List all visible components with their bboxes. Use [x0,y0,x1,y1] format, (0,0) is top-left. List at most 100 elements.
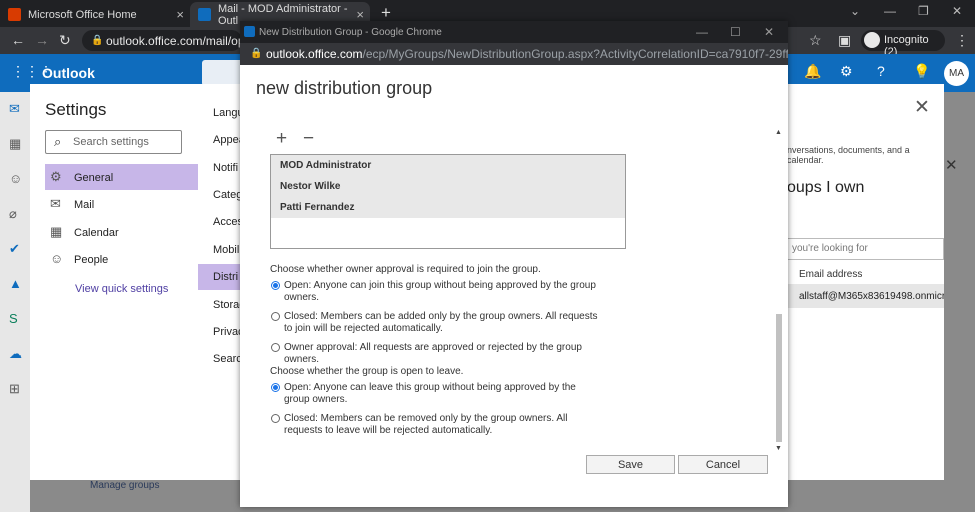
group-email: allstaff@M365x83619498.onmicro... [799,291,944,302]
mail-search[interactable] [202,60,244,86]
join-question: Choose whether owner approval is require… [270,264,541,275]
attach-icon[interactable]: ⌀ [9,206,17,222]
onedrive-icon[interactable]: ☁ [9,346,22,362]
restore-icon[interactable]: ❐ [918,4,929,18]
list-item[interactable]: Patti Fernandez [271,197,625,218]
gear-icon[interactable]: ⚙ [840,63,853,80]
chevron-down-icon[interactable]: ⌄ [850,4,860,18]
lock-icon: 🔒 [250,48,263,59]
subnav-item[interactable]: Categ [213,189,242,201]
calendar-icon: ▦ [50,224,63,239]
lightbulb-icon[interactable]: 💡 [913,63,930,80]
minimize-icon[interactable]: — [696,25,708,39]
close-settings-icon[interactable]: ✕ [914,96,930,119]
subnav-item[interactable]: Notifi [213,162,238,174]
join-option-owner-approval[interactable]: Owner approval: All requests are approve… [271,342,611,366]
close-window-icon[interactable]: ✕ [952,4,962,18]
radio-button[interactable] [271,383,280,392]
apps-icon[interactable]: ⊞ [9,381,20,397]
close-icon[interactable]: × [356,7,364,22]
nav-people[interactable]: ☺ People [45,246,198,272]
scroll-up-icon[interactable]: ▲ [775,129,782,136]
subnav-item[interactable]: Mobil [213,244,239,256]
incognito-badge[interactable]: Incognito (2) [861,30,945,58]
leave-option-open[interactable]: Open: Anyone can leave this group withou… [271,382,581,406]
groups-heading: oups I own [787,179,865,196]
mail-icon: ✉ [50,196,61,211]
option-label: Open: Anyone can leave this group withou… [284,382,576,405]
subnav-item[interactable]: Privac [213,326,244,338]
nav-general[interactable]: ⚙ General [45,164,198,190]
people-icon: ☺ [50,251,64,266]
groups-search-input[interactable]: you're looking for [787,238,944,260]
option-label: Closed: Members can be added only by the… [284,311,598,334]
radio-button[interactable] [271,414,280,423]
subnav-item-distribution[interactable]: Distri [198,264,240,290]
page-title: new distribution group [256,78,433,98]
settings-title: Settings [45,100,107,119]
list-item[interactable]: Nestor Wilke [271,176,625,197]
add-owner-button[interactable]: + [276,129,287,149]
view-quick-settings-link[interactable]: View quick settings [75,283,168,295]
search-icon: ⌕ [54,134,62,149]
scrollbar[interactable]: ▲ ▼ [775,129,783,452]
address-text: outlook.office.com/mail/opt [106,34,248,48]
nav-calendar[interactable]: ▦ Calendar [45,219,198,245]
scrollbar-thumb[interactable] [776,314,782,442]
teams-icon[interactable]: ▲ [9,276,22,291]
reload-icon[interactable]: ↻ [59,32,71,49]
cancel-button[interactable]: Cancel [678,455,768,474]
join-option-open[interactable]: Open: Anyone can join this group without… [271,280,601,304]
more-menu-icon[interactable]: ⋮ [955,32,969,49]
nav-label: Mail [74,199,95,211]
mail-icon[interactable]: ✉ [9,101,20,117]
people-icon[interactable]: ☺ [9,171,22,186]
address-bar[interactable]: 🔒 outlook.office.com/mail/opt [82,30,248,51]
leave-option-closed[interactable]: Closed: Members can be removed only by t… [271,413,593,437]
popup-address-bar[interactable]: 🔒 outlook.office.com/ecp/MyGroups/NewDis… [240,43,788,65]
radio-button[interactable] [271,343,280,352]
close-icon[interactable]: × [176,7,184,22]
dismiss-icon[interactable]: ✕ [945,156,958,174]
close-window-icon[interactable]: ✕ [764,25,774,39]
table-row[interactable]: allstaff@M365x83619498.onmicro... [787,284,944,308]
url-path: /ecp/MyGroups/NewDistributionGroup.aspx?… [362,47,789,61]
star-icon[interactable]: ☆ [809,32,822,49]
subnav-item[interactable]: Langu [213,107,244,119]
forward-icon[interactable]: → [35,32,49,48]
avatar[interactable]: MA [944,61,969,86]
tab-office-home[interactable]: Microsoft Office Home × [8,2,190,27]
new-tab-button[interactable]: + [381,3,391,23]
subnav-item[interactable]: Acces [213,216,243,228]
outlook-icon [198,8,211,21]
join-option-closed[interactable]: Closed: Members can be added only by the… [271,311,601,335]
url-host: outlook.office.com [266,47,363,61]
remove-owner-button[interactable]: − [303,129,314,149]
calendar-icon[interactable]: ▦ [9,136,21,152]
search-settings-input[interactable]: ⌕ Search settings [45,130,182,154]
outlook-brand[interactable]: Outlook [42,65,95,81]
app-rail: ✉ ▦ ☺ ⌀ ✔ ▲ S ☁ ⊞ [0,92,30,512]
list-item[interactable]: MOD Administrator [271,155,625,176]
option-label: Closed: Members can be removed only by t… [284,413,568,436]
bell-icon[interactable]: 🔔 [804,63,821,80]
minimize-icon[interactable]: — [884,4,896,18]
manage-groups-link[interactable]: Manage groups [90,480,160,491]
gear-icon: ⚙ [50,169,62,184]
help-icon[interactable]: ? [877,63,885,79]
search-placeholder: Search settings [73,136,149,148]
option-label: Open: Anyone can join this group without… [284,280,596,303]
restore-icon[interactable]: ☐ [730,25,741,39]
sharepoint-icon[interactable]: S [9,311,18,326]
radio-button[interactable] [271,312,280,321]
radio-button[interactable] [271,281,280,290]
sidepanel-icon[interactable]: ▣ [838,32,851,49]
todo-icon[interactable]: ✔ [9,241,20,257]
lock-icon: 🔒 [91,35,104,46]
back-icon[interactable]: ← [11,32,25,48]
save-button[interactable]: Save [586,455,675,474]
nav-mail[interactable]: ✉ Mail [45,191,198,217]
new-distribution-group-window: New Distribution Group - Google Chrome —… [240,21,788,507]
groups-description: nversations, documents, and a calendar. [787,145,910,165]
scroll-down-icon[interactable]: ▼ [775,445,782,452]
